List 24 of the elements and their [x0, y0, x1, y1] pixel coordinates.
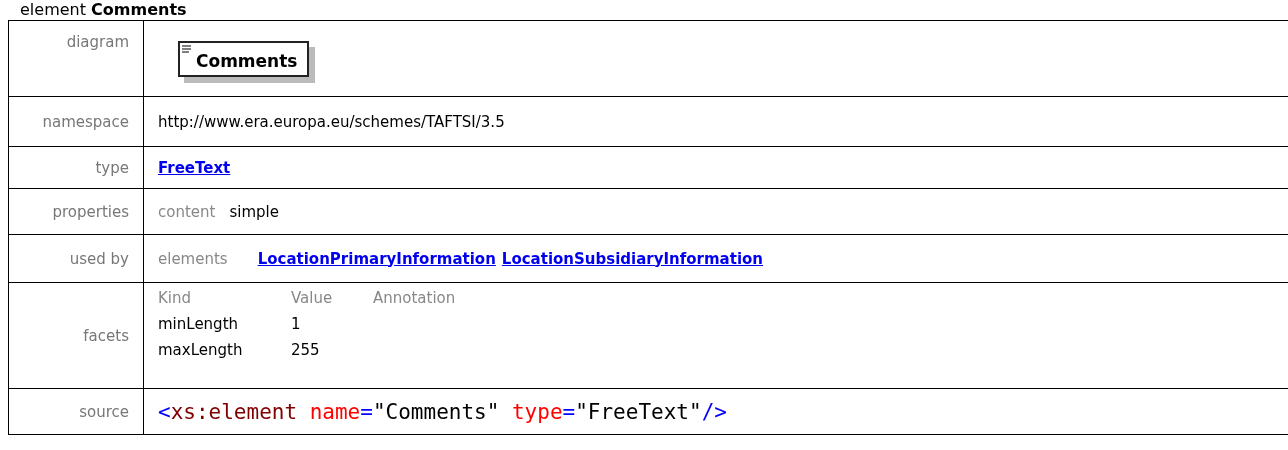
column-header: Kind — [158, 289, 193, 307]
row-label: namespace — [9, 97, 144, 147]
column-header: Annotation — [373, 289, 456, 307]
row-label: used by — [9, 235, 144, 283]
table-cell-text: 1 — [291, 315, 302, 333]
table-cell-text: 255 — [291, 341, 321, 359]
table-cell-text: maxLength — [158, 341, 244, 359]
row-label: source — [9, 389, 144, 435]
source-code: <xs:element name="Comments" type="FreeText"/> — [158, 399, 727, 424]
namespace-value: http://www.era.europa.eu/schemes/TAFTSI/3.5 — [158, 112, 505, 131]
property-value: simple — [229, 202, 279, 221]
section-heading: element Comments — [19, 0, 188, 20]
lines-icon — [182, 45, 191, 53]
usage-kind: elements — [158, 249, 228, 268]
row-label: facets — [9, 283, 144, 389]
row-label: properties — [9, 189, 144, 235]
element-link[interactable]: LocationSubsidiaryInformation — [501, 249, 764, 268]
type-link[interactable]: FreeText — [158, 158, 231, 177]
table-cell-text: minLength — [158, 315, 240, 333]
row-label: type — [9, 147, 144, 189]
property-name: content — [158, 202, 216, 221]
row-label: diagram — [9, 21, 144, 97]
element-link[interactable]: LocationPrimaryInformation — [257, 249, 496, 268]
column-header: Value — [291, 289, 334, 307]
